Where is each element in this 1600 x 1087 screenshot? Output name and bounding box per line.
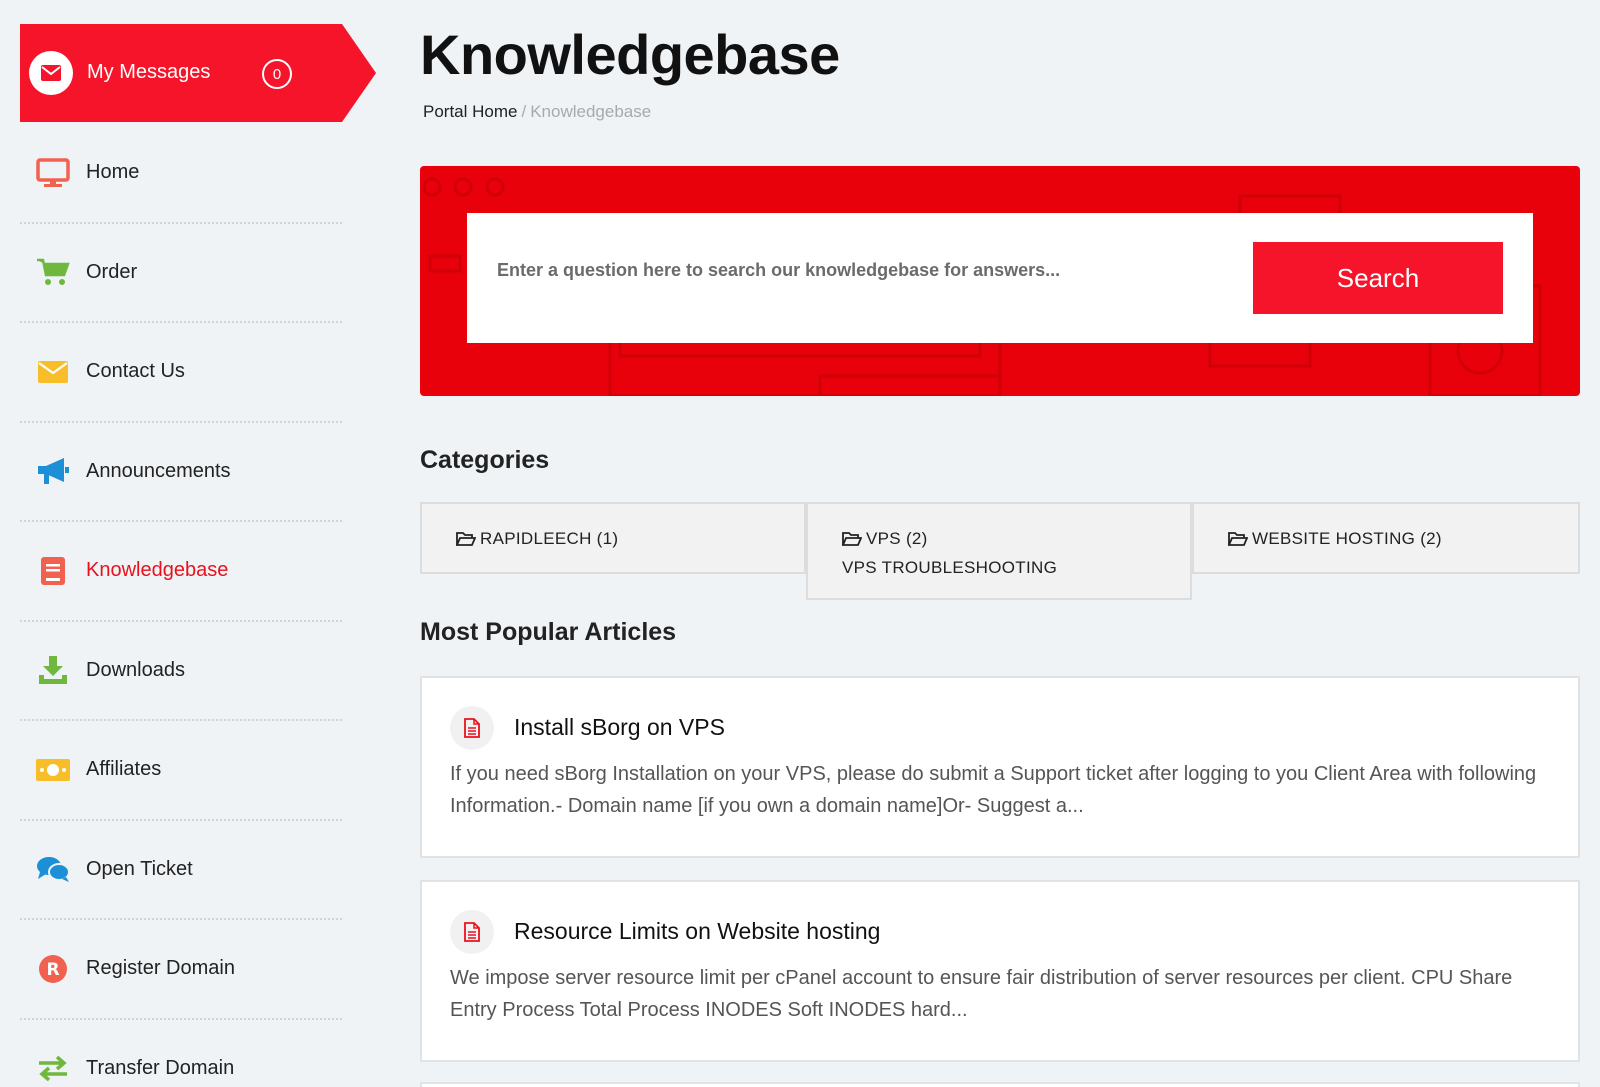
categories-heading: Categories: [420, 446, 550, 474]
envelope-icon: [36, 355, 70, 389]
article-title-link[interactable]: Resource Limits on Website hosting: [514, 918, 880, 945]
sidebar-item-affiliates[interactable]: Affiliates: [20, 721, 342, 821]
sidebar-item-label: Knowledgebase: [86, 559, 229, 582]
sidebar: My Messages 0 Home Order Contact Us Anno…: [0, 0, 380, 1087]
page-title: Knowledgebase: [420, 23, 840, 86]
book-icon: [36, 554, 70, 588]
article-title-link[interactable]: Install sBorg on VPS: [514, 714, 725, 741]
folder-open-icon: [1227, 529, 1249, 555]
monitor-icon: [36, 156, 70, 190]
folder-open-icon: [841, 529, 863, 555]
breadcrumb-current: Knowledgebase: [530, 102, 652, 121]
categories-grid: RAPIDLEECH (1) VPS (2) VPS TROUBLESHOOTI…: [420, 502, 1580, 602]
category-website-hosting[interactable]: WEBSITE HOSTING (2): [1192, 502, 1580, 574]
sidebar-item-label: Order: [86, 260, 138, 283]
article-card-partial: [420, 1082, 1580, 1087]
sidebar-item-label: Affiliates: [86, 758, 162, 781]
sidebar-nav: Home Order Contact Us Announcements Know…: [20, 124, 342, 1087]
cart-icon: [36, 255, 70, 289]
sidebar-item-open-ticket[interactable]: Open Ticket: [20, 821, 342, 920]
sidebar-item-downloads[interactable]: Downloads: [20, 622, 342, 721]
sidebar-item-label: Contact Us: [86, 360, 185, 383]
money-icon: [36, 753, 70, 787]
messages-icon-circle: [29, 51, 73, 95]
download-icon: [36, 653, 70, 687]
article-excerpt: If you need sBorg Installation on your V…: [450, 763, 1537, 817]
transfer-icon: [36, 1051, 70, 1085]
breadcrumb-portal-home[interactable]: Portal Home: [423, 102, 517, 121]
sidebar-item-label: Downloads: [86, 658, 185, 681]
breadcrumb: Portal Home / Knowledgebase: [423, 102, 651, 122]
article-card: Resource Limits on Website hosting We im…: [420, 880, 1580, 1062]
sidebar-item-label: Transfer Domain: [86, 1056, 235, 1079]
messages-label: My Messages: [87, 61, 211, 83]
sidebar-item-label: Register Domain: [86, 957, 235, 980]
article-excerpt: We impose server resource limit per cPan…: [450, 967, 1513, 1021]
sidebar-item-order[interactable]: Order: [20, 224, 342, 323]
category-description: VPS TROUBLESHOOTING: [842, 558, 1058, 577]
category-rapidleech[interactable]: RAPIDLEECH (1): [420, 502, 806, 574]
breadcrumb-separator: /: [521, 102, 527, 121]
folder-open-icon: [455, 529, 477, 555]
sidebar-item-knowledgebase[interactable]: Knowledgebase: [20, 522, 342, 622]
sidebar-item-label: Announcements: [86, 459, 231, 482]
category-label: RAPIDLEECH (1): [480, 529, 619, 548]
my-messages-tab[interactable]: My Messages 0: [20, 24, 376, 122]
sidebar-item-transfer-domain[interactable]: Transfer Domain: [20, 1020, 342, 1087]
search-button[interactable]: Search: [1253, 242, 1503, 314]
sidebar-item-register-domain[interactable]: R Register Domain: [20, 920, 342, 1020]
sidebar-item-announcements[interactable]: Announcements: [20, 423, 342, 522]
document-icon: [450, 706, 494, 750]
sidebar-item-label: Open Ticket: [86, 857, 193, 880]
registered-icon: R: [36, 952, 70, 986]
article-card: Install sBorg on VPS If you need sBorg I…: [420, 676, 1580, 858]
sidebar-item-contact-us[interactable]: Contact Us: [20, 323, 342, 423]
knowledgebase-search-input[interactable]: [497, 243, 1257, 297]
category-vps[interactable]: VPS (2) VPS TROUBLESHOOTING: [806, 502, 1192, 600]
search-banner: Search: [420, 166, 1580, 396]
category-label: WEBSITE HOSTING (2): [1252, 529, 1442, 548]
megaphone-icon: [36, 454, 70, 488]
sidebar-item-home[interactable]: Home: [20, 124, 342, 224]
document-icon: [450, 910, 494, 954]
sidebar-item-label: Home: [86, 161, 140, 184]
messages-count-badge: 0: [262, 59, 292, 89]
category-label: VPS (2): [866, 529, 928, 548]
chat-icon: [36, 852, 70, 886]
envelope-icon: [41, 65, 61, 81]
search-box: Search: [467, 213, 1533, 343]
popular-articles-heading: Most Popular Articles: [420, 618, 677, 646]
svg-text:R: R: [46, 960, 59, 980]
